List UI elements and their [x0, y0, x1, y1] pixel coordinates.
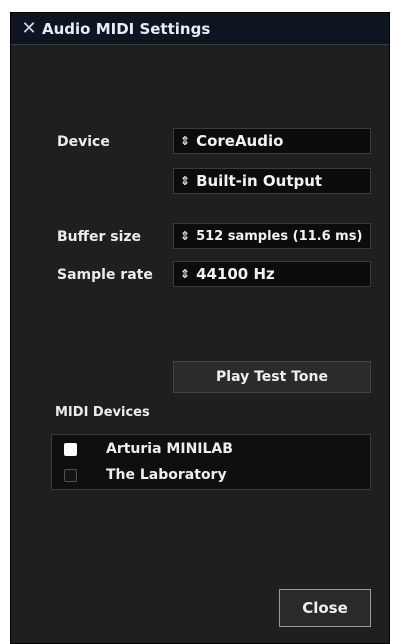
window-title: Audio MIDI Settings [42, 20, 211, 38]
midi-device-name: Arturia MINILAB [106, 441, 233, 457]
buffer-size-value: 512 samples (11.6 ms) [196, 228, 363, 244]
midi-device-item[interactable]: The Laboratory [52, 465, 370, 485]
buffer-size-dropdown[interactable]: ⇕ 512 samples (11.6 ms) [173, 223, 371, 249]
device-type-dropdown[interactable]: ⇕ CoreAudio [173, 128, 371, 154]
dropdown-arrows-icon: ⇕ [180, 174, 191, 188]
midi-devices-list: Arturia MINILAB The Laboratory [51, 434, 371, 490]
midi-device-name: The Laboratory [106, 467, 227, 483]
midi-device-item[interactable]: Arturia MINILAB [52, 439, 370, 459]
device-label: Device [57, 134, 110, 150]
midi-devices-label: MIDI Devices [55, 405, 150, 420]
sample-rate-dropdown[interactable]: ⇕ 44100 Hz [173, 261, 371, 287]
output-device-dropdown[interactable]: ⇕ Built-in Output [173, 168, 371, 194]
play-test-tone-button[interactable]: Play Test Tone [173, 361, 371, 393]
dropdown-arrows-icon: ⇕ [180, 229, 191, 243]
device-type-value: CoreAudio [196, 132, 284, 150]
buffer-size-label: Buffer size [57, 229, 142, 245]
sample-rate-value: 44100 Hz [196, 265, 275, 283]
dropdown-arrows-icon: ⇕ [180, 134, 191, 148]
dropdown-arrows-icon: ⇕ [180, 267, 191, 281]
title-bar: ✕ Audio MIDI Settings [11, 13, 389, 45]
close-x-icon[interactable]: ✕ [19, 18, 39, 39]
midi-device-checkbox[interactable] [64, 468, 77, 482]
audio-midi-settings-window: ✕ Audio MIDI Settings Device ⇕ CoreAudio… [10, 12, 390, 644]
close-button[interactable]: Close [279, 589, 371, 627]
midi-device-checkbox[interactable] [64, 442, 77, 456]
sample-rate-label: Sample rate [57, 267, 153, 283]
output-device-value: Built-in Output [196, 172, 323, 190]
